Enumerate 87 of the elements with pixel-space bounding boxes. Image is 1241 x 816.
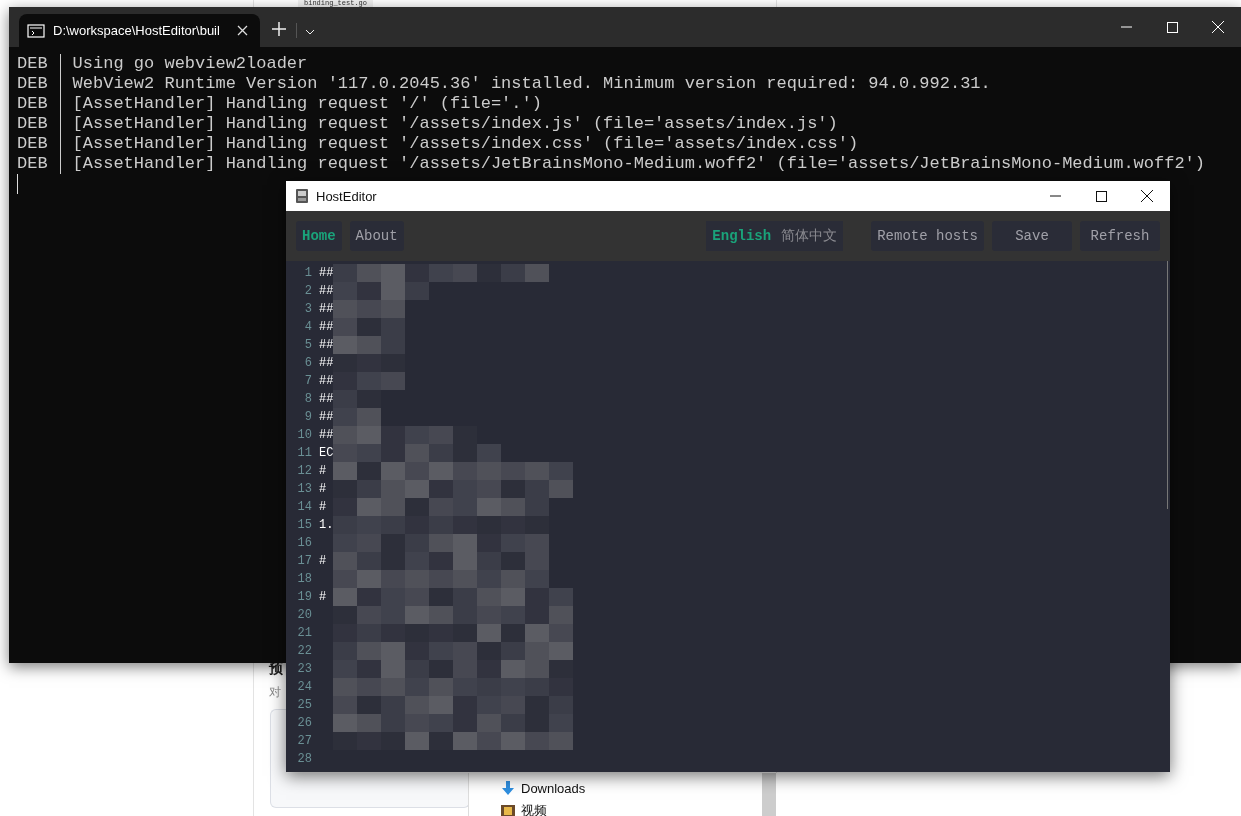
log-level: DEB (17, 94, 48, 114)
plus-icon (272, 22, 286, 36)
line-number: 4 (303, 320, 312, 334)
log-level: DEB (17, 54, 48, 74)
toolbar-button[interactable]: Refresh (1080, 221, 1160, 251)
terminal-tab[interactable]: D:\workspace\HostEditor\buil (19, 14, 260, 47)
section-description: 对 (269, 684, 281, 701)
line-number: 9 (303, 410, 312, 424)
line-number: 3 (303, 302, 312, 316)
line-number: 2 (303, 284, 312, 298)
log-level: DEB (17, 154, 48, 174)
line-number: 14 (296, 500, 312, 514)
line-number: 5 (303, 338, 312, 352)
log-message: Using go webview2loader (72, 54, 308, 74)
line-number: 1 (303, 266, 312, 280)
log-message: [AssetHandler] Handling request '/assets/index.css' (file='assets/index.css') (72, 134, 859, 154)
app-icon (294, 188, 310, 204)
code-text: # (319, 590, 327, 604)
minimize-icon (1049, 195, 1061, 197)
code-text: # (319, 500, 327, 514)
line-number: 22 (296, 644, 312, 658)
line-number: 28 (296, 752, 312, 766)
line-number: 7 (303, 374, 312, 388)
log-level: DEB (17, 134, 48, 154)
code-text: # (319, 482, 327, 496)
line-number: 11 (296, 446, 312, 460)
code-text: ## (319, 356, 334, 370)
line-number: 23 (296, 662, 312, 676)
log-level: DEB (17, 114, 48, 134)
line-number: 19 (296, 590, 312, 604)
new-tab-button[interactable] (272, 22, 286, 39)
console-icon (27, 23, 45, 38)
code-text: ## (319, 302, 334, 316)
toolbar-button[interactable]: Save (992, 221, 1072, 251)
line-number: 13 (296, 482, 312, 496)
log-message: [AssetHandler] Handling request '/' (file='.') (72, 94, 542, 114)
scrollbar[interactable] (762, 773, 776, 816)
nav-tab[interactable]: About (349, 221, 404, 251)
language-option[interactable]: English (710, 228, 774, 244)
line-number: 20 (296, 608, 312, 622)
line-number: 25 (296, 698, 312, 712)
code-text: ## (319, 266, 334, 280)
maximize-icon (1095, 190, 1107, 202)
minimize-icon (1120, 26, 1132, 28)
maximize-icon (1166, 21, 1178, 33)
text-area[interactable] (270, 773, 470, 808)
code-text: # (319, 464, 327, 478)
line-number: 21 (296, 626, 312, 640)
line-number: 10 (296, 428, 312, 442)
line-number: 18 (296, 572, 312, 586)
dropdown-button[interactable] (296, 23, 315, 38)
toolbar-button[interactable]: Remote hosts (871, 221, 984, 251)
code-text: ## (319, 410, 334, 424)
log-message: [AssetHandler] Handling request '/assets/JetBrainsMono-Medium.woff2' (file='assets/JetBrainsMono-Medium.woff2') (72, 154, 1205, 174)
line-number: 17 (296, 554, 312, 568)
line-number: 12 (296, 464, 312, 478)
line-number: 16 (296, 536, 312, 550)
line-number: 15 (296, 518, 312, 532)
tab-title: D:\workspace\HostEditor\buil (53, 23, 220, 38)
code-text: ## (319, 284, 334, 298)
text-cursor (17, 174, 18, 194)
code-text: EC (319, 446, 334, 460)
folder-item[interactable]: Downloads (521, 780, 586, 796)
code-text: ## (319, 428, 334, 442)
code-text: ## (319, 338, 334, 352)
line-number: 26 (296, 716, 312, 730)
code-text: ## (319, 320, 334, 334)
language-option[interactable]: 简体中文 (779, 227, 840, 245)
nav-tab[interactable]: Home (296, 221, 342, 251)
line-number: 24 (296, 680, 312, 694)
line-number: 6 (303, 356, 312, 370)
close-icon (1212, 21, 1224, 33)
chevron-down-icon (305, 29, 315, 35)
film-icon (500, 803, 516, 816)
log-message: [AssetHandler] Handling request '/assets/index.js' (file='assets/index.js') (72, 114, 838, 134)
download-arrow-icon (500, 780, 516, 796)
code-text: 1. (319, 518, 334, 532)
code-text: ## (319, 392, 334, 406)
code-text: ## (319, 374, 334, 388)
log-level: DEB (17, 74, 48, 94)
close-icon (237, 24, 248, 36)
close-icon (1141, 190, 1153, 202)
code-text: # (319, 554, 327, 568)
log-message: WebView2 Runtime Version '117.0.2045.36' installed. Minimum version required: 94.0.992.31. (72, 74, 991, 94)
window-title: HostEditor (316, 188, 377, 204)
line-number: 8 (303, 392, 312, 406)
line-number: 27 (296, 734, 312, 748)
